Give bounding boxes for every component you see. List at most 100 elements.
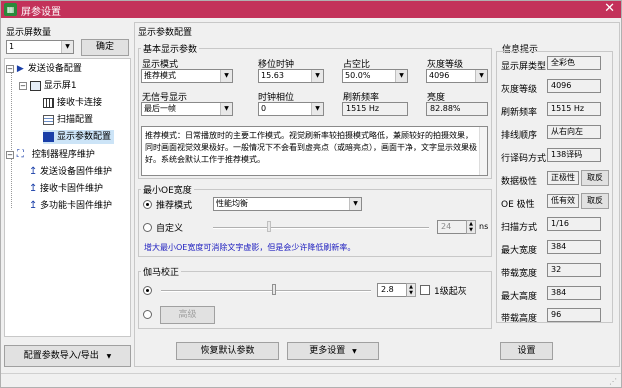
info-value: 从右向左: [547, 125, 601, 139]
gamma-title: 伽马校正: [141, 265, 182, 278]
info-label: 扫描方式: [501, 223, 538, 233]
custom-radio[interactable]: [143, 223, 152, 232]
gamma-advanced-radio[interactable]: [143, 310, 152, 319]
invert-oe-polarity-button[interactable]: 取反: [581, 193, 609, 209]
tree-item-receiver-connection[interactable]: 接收卡连接: [43, 96, 102, 110]
custom-label: 自定义: [156, 224, 184, 234]
info-label: OE 极性: [501, 200, 535, 210]
info-label: 灰度等级: [501, 85, 538, 95]
import-export-label: 配置参数导入/导出: [23, 351, 99, 361]
oe-slider-track[interactable]: [213, 227, 429, 229]
gray-start-checkbox[interactable]: [420, 285, 430, 295]
tree-item-send-config[interactable]: − ▶ 发送设备配置: [6, 62, 82, 76]
set-button[interactable]: 设置: [500, 342, 553, 360]
tree-item-send-firmware[interactable]: ↥ 发送设备固件维护: [29, 165, 112, 179]
screen-count-label: 显示屏数量: [6, 28, 52, 38]
controller-icon: ⛶: [16, 148, 24, 160]
info-value: 4096: [547, 79, 601, 93]
screen-count-value: 1: [9, 42, 15, 51]
info-value: 32: [547, 263, 601, 277]
tree-item-screen1[interactable]: − 显示屏1: [19, 79, 77, 93]
chevron-down-icon: ▼: [349, 198, 361, 210]
oe-spinner[interactable]: ▲ ▼: [466, 220, 476, 234]
tree-label: 控制器程序维护: [31, 150, 95, 160]
more-settings-label: 更多设置: [309, 346, 346, 356]
info-label: 数据极性: [501, 177, 538, 187]
no-signal-value: 最后一帧: [144, 104, 176, 113]
restore-default-button[interactable]: 恢复默认参数: [176, 342, 279, 360]
clock-phase-select[interactable]: 0 ▼: [258, 102, 324, 116]
settings-window: ▦ 屏参设置 ✕ 显示屏数量 1 ▼ 确定 − ▶ 发送设备配置 − 显示屏1 接…: [0, 0, 622, 388]
scan-icon: [43, 114, 54, 125]
chevron-down-icon: ▼: [311, 70, 323, 82]
tree-item-scan-config[interactable]: 扫描配置: [43, 113, 93, 127]
shift-clock-select[interactable]: 15.63 ▼: [258, 69, 324, 83]
oe-slider-thumb[interactable]: [267, 221, 271, 232]
tree-item-display-params[interactable]: 显示参数配置: [43, 130, 115, 144]
info-value: 384: [547, 286, 601, 300]
tree-label: 显示参数配置: [57, 132, 112, 142]
spin-down-icon[interactable]: ▼: [467, 227, 475, 233]
info-label: 刷新频率: [501, 108, 538, 118]
shift-clock-value: 15.63: [261, 71, 284, 80]
resize-grip-icon[interactable]: ⋰: [609, 377, 619, 387]
recommend-radio[interactable]: [143, 200, 152, 209]
oe-unit: ns: [479, 222, 489, 231]
spin-down-icon[interactable]: ▼: [407, 290, 415, 296]
firmware-icon: ↥: [29, 199, 38, 211]
display-mode-value: 推荐模式: [144, 71, 176, 80]
window-title: 屏参设置: [21, 7, 61, 18]
config-tree: − ▶ 发送设备配置 − 显示屏1 接收卡连接 扫描配置 显示参数配置 − ⛶ 控制…: [4, 58, 131, 337]
info-panel: 显示屏类型 全彩色 灰度等级 4096 刷新频率 1515 Hz 排线顺序 从右…: [496, 51, 613, 324]
duty-cycle-select[interactable]: 50.0% ▼: [342, 69, 408, 83]
info-label: 行译码方式: [501, 154, 547, 164]
monitor-icon: [29, 80, 41, 91]
gamma-spinner[interactable]: ▲ ▼: [406, 283, 416, 297]
chevron-down-icon: ▼: [311, 103, 323, 115]
info-label: 最大高度: [501, 292, 538, 302]
chevron-down-icon: ▼: [395, 70, 407, 82]
tree-item-controller-maintenance[interactable]: − ⛶ 控制器程序维护: [6, 148, 95, 162]
info-label: 带载高度: [501, 314, 538, 324]
refresh-rate-field: 1515 Hz: [342, 102, 408, 116]
screen-count-select[interactable]: 1 ▼: [6, 40, 74, 54]
chevron-down-icon: ▼: [220, 70, 232, 82]
gray-level-value: 4096: [429, 71, 450, 80]
tree-label: 扫描配置: [57, 115, 94, 125]
more-settings-button[interactable]: 更多设置 ▼: [287, 342, 379, 360]
tree-label: 接收卡固件维护: [40, 184, 104, 194]
title-bar: ▦ 屏参设置 ✕: [1, 1, 621, 18]
gamma-radio[interactable]: [143, 286, 152, 295]
gamma-slider-track[interactable]: [161, 290, 371, 292]
invert-data-polarity-button[interactable]: 取反: [581, 170, 609, 186]
no-signal-select[interactable]: 最后一帧 ▼: [141, 102, 233, 116]
collapse-icon[interactable]: −: [19, 81, 27, 90]
tree-item-multifunction-firmware[interactable]: ↥ 多功能卡固件维护: [29, 199, 112, 213]
info-value: 138译码: [547, 148, 601, 162]
display-params-icon: [43, 131, 54, 142]
tree-item-receiver-firmware[interactable]: ↥ 接收卡固件维护: [29, 182, 103, 196]
gray-start-label: 1级起灰: [434, 287, 467, 297]
min-oe-title: 最小OE宽度: [141, 183, 194, 196]
confirm-button[interactable]: 确定: [81, 39, 129, 56]
gamma-slider-thumb[interactable]: [272, 284, 276, 295]
firmware-icon: ↥: [29, 182, 38, 194]
tree-label: 显示屏1: [43, 81, 77, 91]
advanced-button[interactable]: 高级: [160, 306, 215, 324]
collapse-icon[interactable]: −: [6, 64, 14, 73]
chevron-down-icon: ▼: [61, 41, 73, 53]
collapse-icon[interactable]: −: [6, 150, 14, 159]
oe-preset-select[interactable]: 性能均衡 ▼: [213, 197, 362, 211]
grid-icon: [43, 97, 54, 108]
oe-preset-value: 性能均衡: [216, 199, 248, 208]
chevron-down-icon: ▼: [352, 348, 357, 355]
scrollbar[interactable]: [479, 127, 487, 175]
mode-description: 推荐模式：日常播放时的主要工作模式。视觉刷新率较拍摄模式略低，兼顾较好的拍摄效果…: [141, 126, 488, 176]
close-icon[interactable]: ✕: [604, 1, 615, 17]
display-mode-select[interactable]: 推荐模式 ▼: [141, 69, 233, 83]
info-value: 1515 Hz: [547, 102, 601, 116]
send-device-icon: ▶: [16, 63, 24, 74]
gray-level-select[interactable]: 4096 ▼: [426, 69, 488, 83]
chevron-down-icon: ▼: [220, 103, 232, 115]
import-export-button[interactable]: 配置参数导入/导出 ▼: [4, 345, 131, 367]
